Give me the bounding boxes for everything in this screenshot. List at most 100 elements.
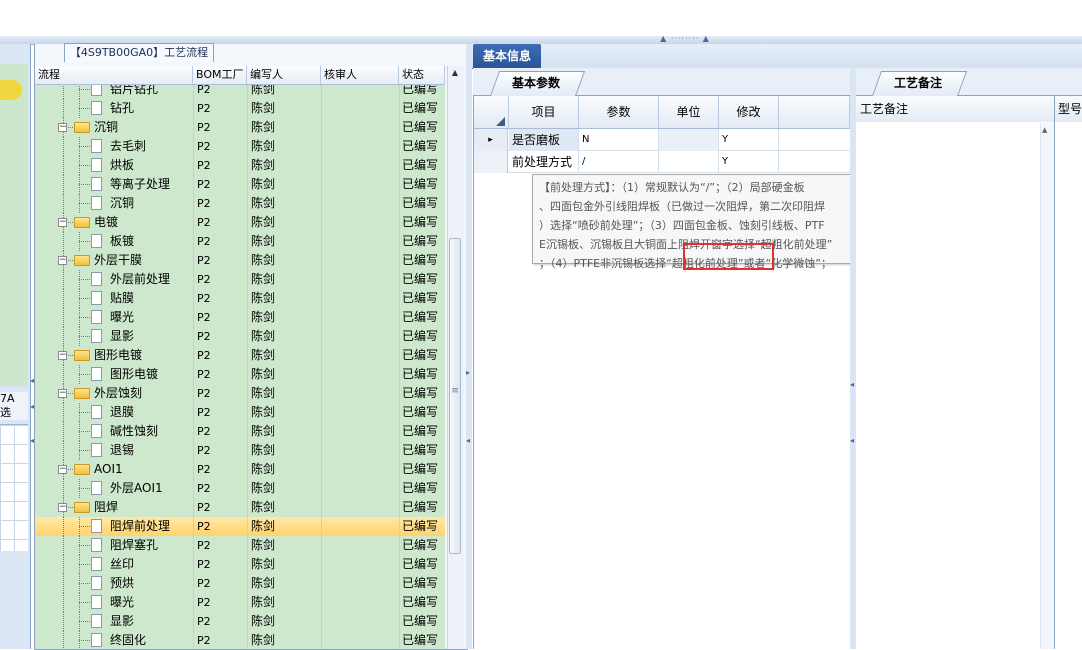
tree-row[interactable]: − 阻焊 P2 陈剑 已编写 [35, 498, 445, 517]
tree-node-label[interactable]: 图形电镀 [94, 346, 142, 365]
row-pointer-icon[interactable]: ▸ [474, 129, 508, 151]
tree-row[interactable]: 沉铜 P2 陈剑 已编写 [35, 194, 445, 213]
tree-row[interactable]: 阻焊塞孔 P2 陈剑 已编写 [35, 536, 445, 555]
tree-node-label[interactable]: 沉铜 [110, 194, 134, 213]
collapse-toggle-icon[interactable]: − [58, 465, 67, 474]
tree-row[interactable]: 板镀 P2 陈剑 已编写 [35, 232, 445, 251]
column-divider [247, 612, 248, 631]
tree-row[interactable]: 预烘 P2 陈剑 已编写 [35, 574, 445, 593]
tab-basic-params[interactable]: 基本参数 [498, 71, 574, 95]
tree-node-label[interactable]: 烘板 [110, 156, 134, 175]
col-header-author[interactable]: 编写人 [247, 66, 321, 84]
tree-node-label[interactable]: 铝片钻孔 [110, 85, 158, 99]
tree-node-label[interactable]: 显影 [110, 612, 134, 631]
collapse-toggle-icon[interactable]: − [58, 351, 67, 360]
tree-node-label[interactable]: 阻焊 [94, 498, 118, 517]
vertical-splitter[interactable] [466, 44, 472, 649]
tree-node-label[interactable]: 退膜 [110, 403, 134, 422]
tab-process-notes[interactable]: 工艺备注 [880, 71, 956, 95]
collapse-arrow-icon[interactable]: ◂ [850, 380, 854, 389]
tree-row[interactable]: − 外层蚀刻 P2 陈剑 已编写 [35, 384, 445, 403]
tree-row[interactable]: 贴膜 P2 陈剑 已编写 [35, 289, 445, 308]
tree-node-label[interactable]: 贴膜 [110, 289, 134, 308]
collapse-arrow-icon[interactable]: ◂ [850, 436, 854, 445]
tree-row[interactable]: 终固化 P2 陈剑 已编写 [35, 631, 445, 649]
collapse-toggle-icon[interactable]: − [58, 503, 67, 512]
tree-row[interactable]: 等离子处理 P2 陈剑 已编写 [35, 175, 445, 194]
tree-row[interactable]: 退膜 P2 陈剑 已编写 [35, 403, 445, 422]
tree-node-label[interactable]: 阻焊塞孔 [110, 536, 158, 555]
tree-node-label[interactable]: 曝光 [110, 593, 134, 612]
collapse-arrow-icon[interactable]: ◂ [466, 436, 470, 445]
row-header-cell[interactable] [474, 151, 508, 173]
table-row[interactable]: ▸ 是否磨板 N Y [474, 129, 850, 151]
col-header-flow[interactable]: 流程 [35, 66, 193, 84]
col-header-bom[interactable]: BOM工厂 [193, 66, 247, 84]
tree-row[interactable]: 曝光 P2 陈剑 已编写 [35, 308, 445, 327]
tree-node-label[interactable]: AOI1 [94, 460, 123, 479]
comment-bubble-icon[interactable] [0, 80, 22, 100]
tree-node-label[interactable]: 显影 [110, 327, 134, 346]
tree-node-label[interactable]: 沉铜 [94, 118, 118, 137]
tree-node-label[interactable]: 预烘 [110, 574, 134, 593]
tree-node-label[interactable]: 外层干膜 [94, 251, 142, 270]
col-header-item[interactable]: 项目 [509, 96, 579, 129]
tree-row[interactable]: 退锡 P2 陈剑 已编写 [35, 441, 445, 460]
tree-node-label[interactable]: 板镀 [110, 232, 134, 251]
tree-node-label[interactable]: 钻孔 [110, 99, 134, 118]
col-header-param[interactable]: 参数 [579, 96, 659, 129]
tree-row[interactable]: 铝片钻孔 P2 陈剑 已编写 [35, 85, 445, 99]
tree-node-label[interactable]: 退锡 [110, 441, 134, 460]
tree-node-label[interactable]: 终固化 [110, 631, 146, 649]
col-header-reviewer[interactable]: 核审人 [321, 66, 399, 84]
tree-row[interactable]: 曝光 P2 陈剑 已编写 [35, 593, 445, 612]
scroll-up-icon[interactable]: ▲ [1042, 126, 1047, 134]
tree-row[interactable]: 烘板 P2 陈剑 已编写 [35, 156, 445, 175]
collapse-toggle-icon[interactable]: − [58, 256, 67, 265]
tree-node-label[interactable]: 图形电镀 [110, 365, 158, 384]
column-divider [321, 308, 322, 327]
tree-row[interactable]: 丝印 P2 陈剑 已编写 [35, 555, 445, 574]
tree-node-label[interactable]: 外层AOI1 [110, 479, 163, 498]
scroll-up-icon[interactable]: ▲ [449, 68, 461, 80]
notes-scrollbar[interactable] [1040, 123, 1055, 649]
tree-row[interactable]: 钻孔 P2 陈剑 已编写 [35, 99, 445, 118]
collapse-toggle-icon[interactable]: − [58, 218, 67, 227]
tree-node-label[interactable]: 阻焊前处理 [110, 517, 170, 536]
tree-node-label[interactable]: 去毛刺 [110, 137, 146, 156]
param-value-cell[interactable]: N [579, 129, 659, 151]
col-header-model[interactable]: 型号 [1058, 96, 1082, 122]
tree-node-label[interactable]: 等离子处理 [110, 175, 170, 194]
tree-row[interactable]: 去毛刺 P2 陈剑 已编写 [35, 137, 445, 156]
sort-corner-icon[interactable] [474, 96, 509, 129]
tree-node-label[interactable]: 外层前处理 [110, 270, 170, 289]
collapse-arrow-icon[interactable]: ▸ [466, 368, 470, 377]
col-header-status[interactable]: 状态 [399, 66, 445, 84]
tree-row[interactable]: 显影 P2 陈剑 已编写 [35, 327, 445, 346]
tree-row[interactable]: 图形电镀 P2 陈剑 已编写 [35, 365, 445, 384]
tree-node-label[interactable]: 外层蚀刻 [94, 384, 142, 403]
tree-row[interactable]: 外层前处理 P2 陈剑 已编写 [35, 270, 445, 289]
tree-row[interactable]: 外层AOI1 P2 陈剑 已编写 [35, 479, 445, 498]
collapse-toggle-icon[interactable]: − [58, 123, 67, 132]
tree-row[interactable]: 阻焊前处理 P2 陈剑 已编写 [35, 517, 445, 536]
param-value-cell[interactable]: / [579, 151, 659, 173]
tree-node-label[interactable]: 曝光 [110, 308, 134, 327]
tree-row[interactable]: − 图形电镀 P2 陈剑 已编写 [35, 346, 445, 365]
tree-node-label[interactable]: 电镀 [94, 213, 118, 232]
tree-row[interactable]: − 电镀 P2 陈剑 已编写 [35, 213, 445, 232]
col-header-notes[interactable]: 工艺备注 [860, 96, 908, 122]
tree-row[interactable]: − AOI1 P2 陈剑 已编写 [35, 460, 445, 479]
tree-row[interactable]: 碱性蚀刻 P2 陈剑 已编写 [35, 422, 445, 441]
collapse-toggle-icon[interactable]: − [58, 389, 67, 398]
tree-node-label[interactable]: 碱性蚀刻 [110, 422, 158, 441]
tab-basic-info[interactable]: 基本信息 [473, 44, 541, 68]
col-header-unit[interactable]: 单位 [659, 96, 719, 129]
tree-row[interactable]: − 沉铜 P2 陈剑 已编写 [35, 118, 445, 137]
tree-row[interactable]: 显影 P2 陈剑 已编写 [35, 612, 445, 631]
tree-row[interactable]: − 外层干膜 P2 陈剑 已编写 [35, 251, 445, 270]
splitter-grip-icon[interactable]: ▲ ········ ▲ [660, 35, 710, 43]
table-row[interactable]: 前处理方式 / Y [474, 151, 850, 173]
col-header-modify[interactable]: 修改 [719, 96, 779, 129]
tree-node-label[interactable]: 丝印 [110, 555, 134, 574]
